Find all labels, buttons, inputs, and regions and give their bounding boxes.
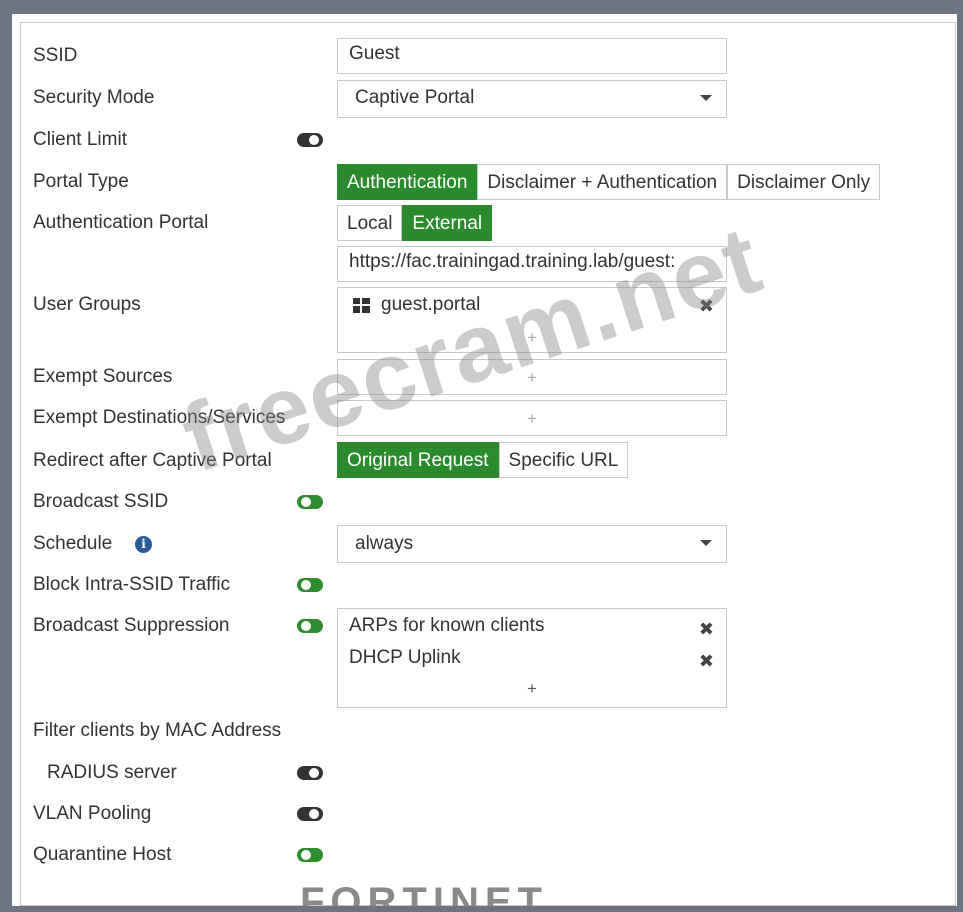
remove-suppression-item-icon[interactable]: ✖ <box>699 651 714 672</box>
portal-type-selector: Authentication Disclaimer + Authenticati… <box>337 164 881 200</box>
label-exempt-sources: Exempt Sources <box>33 366 173 387</box>
label-authentication-portal: Authentication Portal <box>33 212 209 233</box>
auth-portal-external[interactable]: External <box>402 205 493 241</box>
security-mode-value: Captive Portal <box>355 87 475 108</box>
suppression-item-label: ARPs for known clients <box>349 615 545 636</box>
label-client-limit: Client Limit <box>33 129 127 150</box>
client-limit-toggle[interactable] <box>297 133 323 147</box>
group-icon <box>353 298 370 313</box>
ssid-input[interactable]: Guest <box>337 38 727 74</box>
label-broadcast-ssid: Broadcast SSID <box>33 491 169 512</box>
chevron-down-icon <box>700 95 712 101</box>
broadcast-suppression-field[interactable]: ARPs for known clients ✖ DHCP Uplink ✖ + <box>337 608 727 708</box>
broadcast-suppression-toggle[interactable] <box>297 619 323 633</box>
label-schedule: Schedule <box>33 533 113 554</box>
chevron-down-icon <box>700 540 712 546</box>
fortinet-logo: FORTINET <box>300 882 548 906</box>
ssid-value: Guest <box>349 43 400 64</box>
quarantine-host-toggle[interactable] <box>297 848 323 862</box>
label-block-intra-ssid: Block Intra-SSID Traffic <box>33 574 231 595</box>
label-quarantine-host: Quarantine Host <box>33 844 172 865</box>
remove-suppression-item-icon[interactable]: ✖ <box>699 619 714 640</box>
label-vlan-pooling: VLAN Pooling <box>33 803 152 824</box>
label-portal-type: Portal Type <box>33 171 129 192</box>
radius-server-toggle[interactable] <box>297 766 323 780</box>
info-icon[interactable]: i <box>135 536 152 553</box>
redirect-specific-url[interactable]: Specific URL <box>498 442 629 478</box>
suppression-item-label: DHCP Uplink <box>349 647 461 668</box>
portal-type-disclaimer-only[interactable]: Disclaimer Only <box>727 164 881 200</box>
label-filter-clients-by-mac: Filter clients by MAC Address <box>33 720 282 741</box>
label-security-mode: Security Mode <box>33 87 155 108</box>
schedule-value: always <box>355 533 414 554</box>
security-mode-select[interactable]: Captive Portal <box>337 80 727 118</box>
redirect-selector: Original Request Specific URL <box>337 442 629 478</box>
vlan-pooling-toggle[interactable] <box>297 807 323 821</box>
redirect-original-request[interactable]: Original Request <box>337 442 499 478</box>
label-ssid: SSID <box>33 45 78 66</box>
block-intra-ssid-toggle[interactable] <box>297 578 323 592</box>
label-broadcast-suppression: Broadcast Suppression <box>33 615 230 636</box>
label-radius-server: RADIUS server <box>47 762 177 783</box>
label-user-groups: User Groups <box>33 294 141 315</box>
portal-type-disclaimer-authentication[interactable]: Disclaimer + Authentication <box>477 164 728 200</box>
portal-type-authentication[interactable]: Authentication <box>337 164 478 200</box>
schedule-select[interactable]: always <box>337 525 727 563</box>
auth-portal-local[interactable]: Local <box>337 205 403 241</box>
add-suppression-item-icon[interactable]: + <box>338 679 726 699</box>
authentication-portal-selector: Local External <box>337 205 493 241</box>
broadcast-ssid-toggle[interactable] <box>297 495 323 509</box>
